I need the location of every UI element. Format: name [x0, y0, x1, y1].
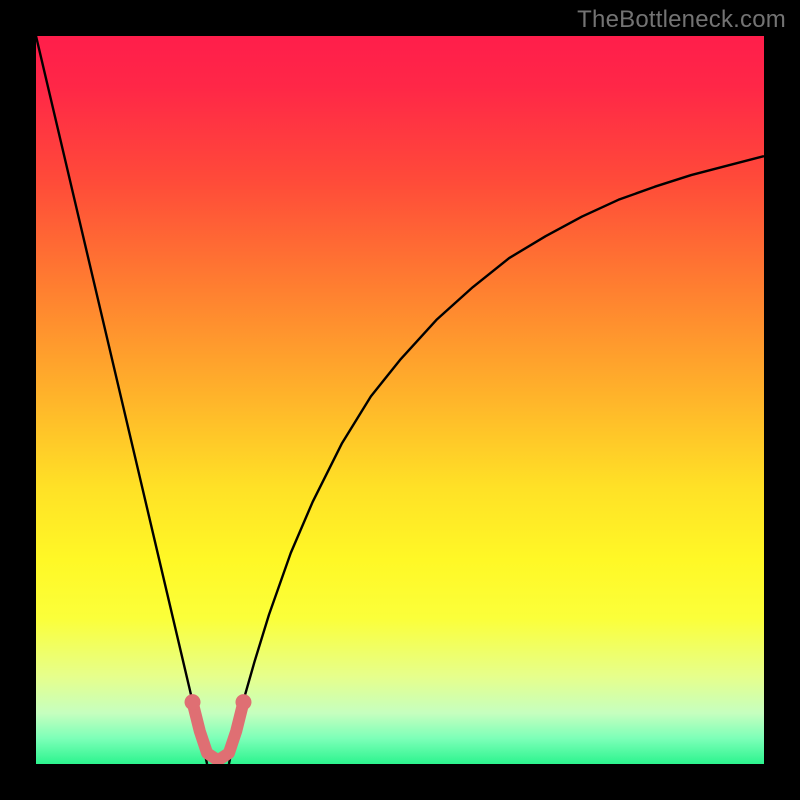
chart-frame: TheBottleneck.com: [0, 0, 800, 800]
chart-svg: [36, 36, 764, 764]
gradient-background: [36, 36, 764, 764]
watermark-label: TheBottleneck.com: [577, 6, 786, 34]
u-shape-endpoint: [185, 694, 201, 710]
plot-area: [36, 36, 764, 764]
u-shape-endpoint: [235, 694, 251, 710]
